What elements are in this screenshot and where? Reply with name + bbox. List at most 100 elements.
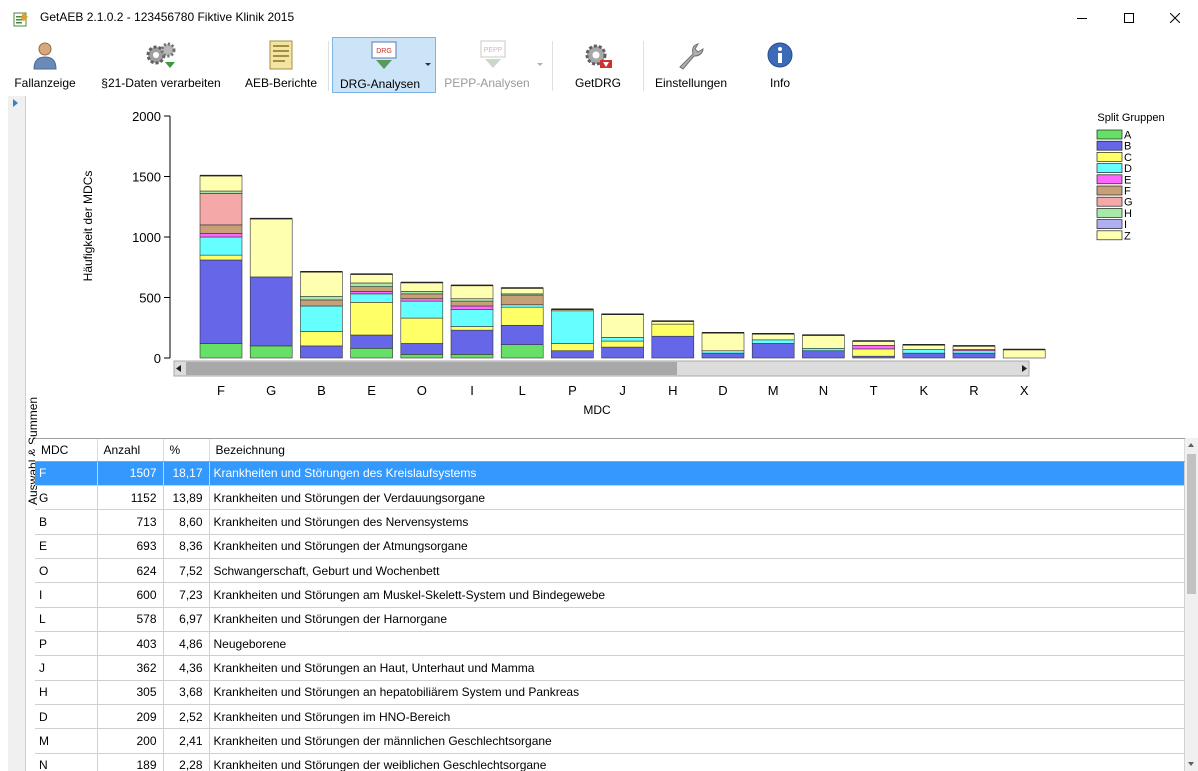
bar-segment-H[interactable] xyxy=(199,190,243,194)
maximize-button[interactable] xyxy=(1106,0,1152,36)
bar-G[interactable] xyxy=(249,217,293,359)
bar-segment-E[interactable] xyxy=(852,344,895,350)
table-row[interactable]: N 189 2,28 Krankheiten und Störungen der we… xyxy=(35,753,1185,771)
bar-segment-D[interactable] xyxy=(400,300,444,319)
table-row[interactable]: O 624 7,52 Schwangerschaft, Geburt und Woch… xyxy=(35,558,1185,584)
bar-segment-A[interactable] xyxy=(450,354,494,359)
table-row[interactable]: J 362 4,36 Krankheiten und Störungen an Hau… xyxy=(35,655,1185,681)
table-row[interactable]: E 693 8,36 Krankheiten und Störungen der At… xyxy=(35,534,1185,559)
bar-segment-B[interactable] xyxy=(450,329,494,355)
bar-O[interactable] xyxy=(400,281,444,359)
bar-segment-E[interactable] xyxy=(199,233,243,238)
bar-segment-D[interactable] xyxy=(802,348,845,352)
bar-segment-B[interactable] xyxy=(350,334,393,349)
bar-segment-Z[interactable] xyxy=(450,285,494,300)
toolbar-info-button[interactable]: Info xyxy=(748,37,812,93)
bar-segment-D[interactable] xyxy=(350,293,393,303)
bar-segment-H[interactable] xyxy=(450,298,494,302)
side-panel-toggle[interactable] xyxy=(8,96,26,771)
bar-J[interactable] xyxy=(601,313,644,359)
bar-segment-B[interactable] xyxy=(500,325,544,345)
bar-segment-A[interactable] xyxy=(249,345,293,359)
bar-segment-C[interactable] xyxy=(350,302,393,336)
bar-segment-D[interactable] xyxy=(300,305,343,332)
scroll-up-icon[interactable] xyxy=(1188,443,1194,447)
bar-segment-B[interactable] xyxy=(651,335,695,359)
bar-segment-B[interactable] xyxy=(701,352,745,359)
table-row[interactable]: B 713 8,60 Krankheiten und Störungen des Ne… xyxy=(35,509,1185,535)
minimize-button[interactable] xyxy=(1059,0,1105,36)
bar-segment-Z[interactable] xyxy=(350,273,393,284)
bar-segment-Z[interactable] xyxy=(751,333,795,341)
column-header-bezeichnung[interactable]: Bezeichnung xyxy=(209,439,1185,462)
drg-dropdown-chevron-icon[interactable] xyxy=(425,63,431,66)
bar-segment-B[interactable] xyxy=(601,346,644,359)
bar-segment-D[interactable] xyxy=(701,350,745,354)
bar-segment-F[interactable] xyxy=(350,286,393,292)
bar-segment-F[interactable] xyxy=(300,299,343,307)
toolbar-fallanzeige-button[interactable]: Fallanzeige xyxy=(4,37,86,93)
bar-segment-A[interactable] xyxy=(400,354,444,359)
bar-segment-D[interactable] xyxy=(551,310,594,344)
table-row[interactable]: F 1507 18,17 Krankheiten und Störungen des … xyxy=(35,461,1185,486)
bar-segment-B[interactable] xyxy=(300,345,343,359)
bar-segment-H[interactable] xyxy=(350,282,393,287)
toolbar-drg-analysen-button[interactable]: DRG DRG-Analysen xyxy=(332,37,436,93)
toolbar-einstellungen-button[interactable]: Einstellungen xyxy=(648,37,734,93)
column-header-anzahl[interactable]: Anzahl xyxy=(97,439,164,462)
bar-segment-D[interactable] xyxy=(500,304,544,308)
bar-R[interactable] xyxy=(952,345,996,359)
bar-segment-G[interactable] xyxy=(199,193,243,226)
bar-segment-E[interactable] xyxy=(350,291,393,295)
bar-E[interactable] xyxy=(350,273,393,359)
chart-scrollbar[interactable] xyxy=(173,360,1030,377)
bar-segment-D[interactable] xyxy=(199,236,243,256)
bar-T[interactable] xyxy=(852,340,895,359)
bar-segment-D[interactable] xyxy=(952,350,996,354)
bar-segment-A[interactable] xyxy=(350,348,393,359)
toolbar-getdrg-button[interactable]: GetDRG xyxy=(558,37,638,93)
bar-segment-H[interactable] xyxy=(300,295,343,301)
toolbar-aeb-berichte-button[interactable]: AEB-Berichte xyxy=(236,37,326,93)
bar-segment-B[interactable] xyxy=(802,350,845,359)
bar-segment-E[interactable] xyxy=(450,305,494,310)
bar-H[interactable] xyxy=(651,320,695,359)
bar-M[interactable] xyxy=(751,333,795,359)
bar-segment-B[interactable] xyxy=(199,259,243,344)
bar-X[interactable] xyxy=(1002,348,1046,359)
toolbar-21-daten-button[interactable]: §21-Daten verarbeiten xyxy=(90,37,232,93)
bar-segment-Z[interactable] xyxy=(249,218,293,278)
bar-segment-F[interactable] xyxy=(500,294,544,306)
scroll-down-icon[interactable] xyxy=(1188,762,1194,766)
table-row[interactable]: I 600 7,23 Krankheiten und Störungen am Mus… xyxy=(35,582,1185,608)
bar-segment-E[interactable] xyxy=(400,298,444,302)
bar-segment-Z[interactable] xyxy=(1002,349,1046,359)
bar-segment-A[interactable] xyxy=(500,344,544,359)
bar-segment-B[interactable] xyxy=(751,343,795,359)
bar-segment-B[interactable] xyxy=(902,352,946,359)
close-button[interactable] xyxy=(1152,0,1198,36)
bar-segment-C[interactable] xyxy=(300,331,343,347)
table-row[interactable]: H 305 3,68 Krankheiten und Störungen an hep… xyxy=(35,680,1185,705)
column-header-mdc[interactable]: MDC xyxy=(35,439,98,462)
bar-segment-Z[interactable] xyxy=(500,287,544,295)
bar-segment-F[interactable] xyxy=(199,224,243,234)
bar-N[interactable] xyxy=(802,334,845,359)
bar-segment-C[interactable] xyxy=(199,254,243,261)
bar-segment-Z[interactable] xyxy=(199,175,243,192)
bar-segment-B[interactable] xyxy=(249,276,293,347)
bar-segment-D[interactable] xyxy=(751,339,795,344)
table-row[interactable]: D 209 2,52 Krankheiten und Störungen im HNO… xyxy=(35,704,1185,730)
bar-segment-C[interactable] xyxy=(500,306,544,326)
bar-segment-F[interactable] xyxy=(450,300,494,307)
table-row[interactable]: M 200 2,41 Krankheiten und Störungen der mä… xyxy=(35,728,1185,754)
bar-segment-Z[interactable] xyxy=(400,282,444,292)
bar-B[interactable] xyxy=(300,270,343,359)
column-header-percent[interactable]: % xyxy=(163,439,210,462)
bar-I[interactable] xyxy=(450,284,494,359)
table-row[interactable]: L 578 6,97 Krankheiten und Störungen der Ha… xyxy=(35,607,1185,632)
bar-segment-Z[interactable] xyxy=(701,332,745,352)
bar-segment-C[interactable] xyxy=(651,323,695,337)
bar-segment-C[interactable] xyxy=(450,326,494,331)
bar-segment-A[interactable] xyxy=(199,343,243,359)
